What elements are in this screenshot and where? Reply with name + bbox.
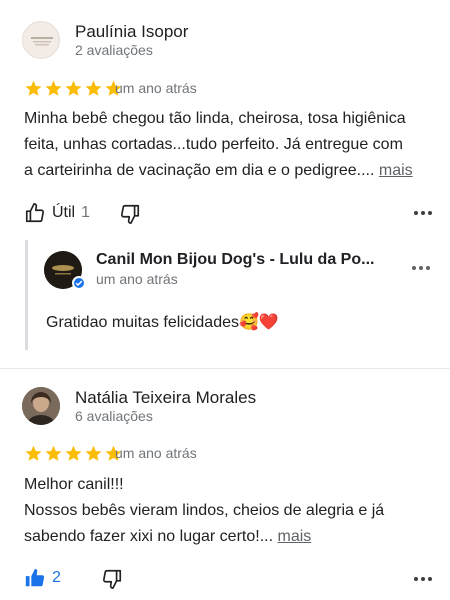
review-text-line: Melhor canil!!! [24,476,124,493]
rating-stars [24,79,123,98]
review-text: Minha bebê chegou tão linda, cheirosa, t… [24,106,436,184]
review-time: um ano atrás [115,80,197,96]
reviewer-name[interactable]: Paulínia Isopor [75,22,188,42]
like-button[interactable]: 2 [24,567,61,589]
verified-icon [72,276,86,290]
rating-stars [24,444,123,463]
review-time: um ano atrás [115,445,197,461]
star-icon [25,80,42,96]
reviewer-review-count: 6 avaliações [75,408,153,424]
star-icon [85,80,102,96]
reviewer-name[interactable]: Natália Teixeira Morales [75,388,256,408]
reply-text: Gratidao muitas felicidades🥰❤️ [46,314,279,331]
helpful-button[interactable]: Útil 1 [24,202,90,224]
reply-time: um ano atrás [96,271,178,287]
helpful-label: Útil [52,204,76,221]
star-icon [25,445,42,461]
more-options-icon[interactable] [414,211,432,215]
like-count: 2 [52,569,61,586]
review-divider [0,368,450,369]
review-text-line: sabendo fazer xixi no lugar certo!... [24,528,274,545]
review-text-line: Minha bebê chegou tão linda, cheirosa, t… [24,110,406,127]
reply-more-options-icon[interactable] [412,266,430,270]
more-link[interactable]: mais [379,162,413,179]
avatar-photo-icon [22,387,60,425]
reply-indent-bar [25,240,28,350]
avatar-logo-icon [31,37,53,46]
not-helpful-button[interactable] [119,203,141,225]
thumbs-up-icon [25,203,45,223]
reviewer-review-count: 2 avaliações [75,42,153,58]
review-text: Melhor canil!!! Nossos bebês vieram lind… [24,472,436,550]
star-icon [85,445,102,461]
reviewer-avatar[interactable] [22,387,60,425]
review-text-line: Nossos bebês vieram lindos, cheios de al… [24,502,385,519]
helpful-count: 1 [81,204,91,221]
more-options-icon[interactable] [414,577,432,581]
more-link[interactable]: mais [277,528,311,545]
star-icon [65,80,82,96]
reviewer-avatar[interactable] [22,21,60,59]
star-icon [65,445,82,461]
thumbs-down-icon [120,204,140,224]
thumbs-up-filled-icon [25,568,45,587]
review-text-line: feita, unhas cortadas...tudo perfeito. J… [24,136,403,153]
review-text-line: a carteirinha de vacinação em dia e o pe… [24,162,375,179]
star-icon [45,80,62,96]
owner-name[interactable]: Canil Mon Bijou Dog's - Lulu da Po... [96,251,374,269]
not-helpful-button[interactable] [101,568,123,590]
star-icon [45,445,62,461]
thumbs-down-icon [102,569,122,589]
